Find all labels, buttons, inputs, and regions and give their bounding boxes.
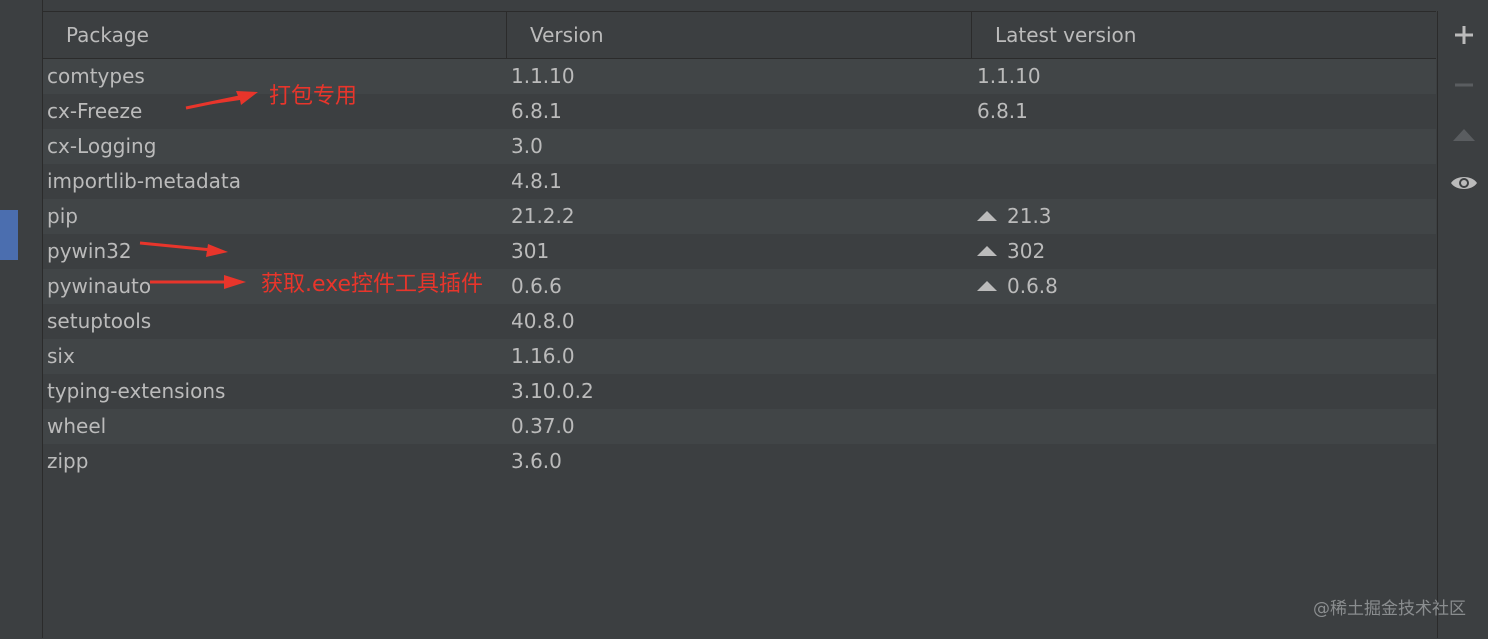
arrow-pywinauto: [150, 275, 246, 289]
annotation-arrows: [139, 91, 258, 289]
watermark: @稀土掘金技术社区: [1313, 599, 1466, 619]
arrow-cx-freeze: [185, 91, 258, 110]
annotation-control-tool: 获取.exe控件工具插件: [261, 272, 484, 297]
annotation-packaging: 打包专用: [269, 84, 358, 109]
arrow-pywin32: [139, 241, 228, 257]
